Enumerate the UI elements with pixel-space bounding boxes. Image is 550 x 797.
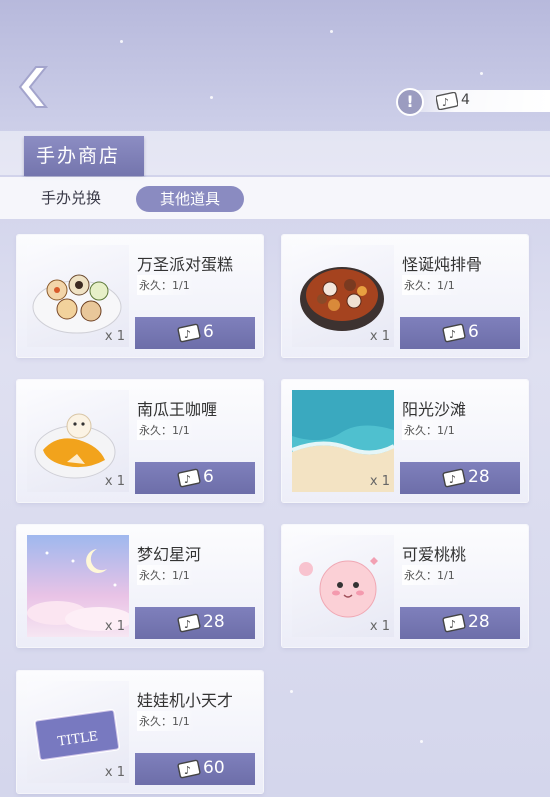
price-button[interactable]: ♪ 60: [135, 753, 255, 785]
item-name: 娃娃机小天才: [137, 691, 234, 710]
currency-bar: ! ♪ 4: [396, 86, 550, 116]
tab-figure-exchange[interactable]: 手办兑换: [41, 187, 101, 208]
shop-item-card[interactable]: x 1 南瓜王咖喱 永久：1/1 ♪ 6: [17, 380, 263, 502]
shop-item-card[interactable]: x 1 可爱桃桃 永久：1/1 ♪ 28: [282, 525, 528, 647]
item-quantity: x 1: [369, 329, 390, 344]
shop-item-card[interactable]: x 1 万圣派对蛋糕 永久：1/1 ♪ 6: [17, 235, 263, 357]
shop-item-card[interactable]: x 1 梦幻星河 永久：1/1 ♪ 28: [17, 525, 263, 647]
item-quantity: x 1: [104, 619, 125, 634]
item-permanence: 永久：1/1: [137, 711, 196, 731]
item-price: 28: [468, 612, 490, 632]
sparkle-decoration: [290, 690, 293, 693]
item-name: 梦幻星河: [137, 545, 202, 564]
item-permanence: 永久：1/1: [402, 565, 461, 585]
item-thumbnail: x 1: [292, 245, 394, 347]
sparkle-decoration: [420, 740, 423, 743]
svg-text:♪: ♪: [449, 618, 456, 631]
ticket-icon: ♪: [442, 613, 466, 633]
item-price: 28: [203, 612, 225, 632]
ticket-icon: ♪: [442, 323, 466, 343]
shop-item-card[interactable]: TITLE x 1 娃娃机小天才 永久：1/1 ♪ 60: [17, 671, 263, 793]
back-button[interactable]: [18, 62, 68, 112]
item-thumbnail: x 1: [292, 535, 394, 637]
svg-text:♪: ♪: [449, 473, 456, 486]
item-permanence: 永久：1/1: [137, 275, 196, 295]
item-name: 万圣派对蛋糕: [137, 255, 234, 274]
item-thumbnail: TITLE x 1: [27, 681, 129, 783]
shop-item-card[interactable]: x 1 阳光沙滩 永久：1/1 ♪ 28: [282, 380, 528, 502]
ticket-count: 4: [461, 92, 470, 108]
svg-text:♪: ♪: [184, 618, 191, 631]
item-price: 6: [203, 322, 214, 342]
svg-text:♪: ♪: [184, 328, 191, 341]
price-button[interactable]: ♪ 28: [135, 607, 255, 639]
svg-text:♪: ♪: [449, 328, 456, 341]
info-icon[interactable]: !: [396, 88, 424, 116]
ticket-icon: ♪: [436, 92, 458, 110]
item-price: 60: [203, 758, 225, 778]
currency-strip: [414, 90, 550, 112]
price-button[interactable]: ♪ 28: [400, 607, 520, 639]
item-permanence: 永久：1/1: [402, 275, 461, 295]
sparkle-decoration: [120, 40, 123, 43]
item-quantity: x 1: [369, 619, 390, 634]
svg-text:♪: ♪: [442, 96, 449, 109]
price-button[interactable]: ♪ 6: [135, 317, 255, 349]
item-thumbnail: x 1: [27, 535, 129, 637]
ticket-icon: ♪: [442, 468, 466, 488]
page-title: 手办商店: [24, 136, 144, 176]
item-thumbnail: x 1: [292, 390, 394, 492]
ticket-icon: ♪: [177, 468, 201, 488]
svg-text:♪: ♪: [184, 764, 191, 777]
tab-other-items[interactable]: 其他道具: [136, 186, 244, 212]
item-thumbnail: x 1: [27, 245, 129, 347]
item-name: 怪诞炖排骨: [402, 255, 483, 274]
item-name: 南瓜王咖喱: [137, 400, 218, 419]
item-quantity: x 1: [104, 765, 125, 780]
item-quantity: x 1: [104, 329, 125, 344]
ticket-icon: ♪: [177, 323, 201, 343]
item-price: 28: [468, 467, 490, 487]
price-button[interactable]: ♪ 6: [400, 317, 520, 349]
item-permanence: 永久：1/1: [402, 420, 461, 440]
price-button[interactable]: ♪ 28: [400, 462, 520, 494]
item-quantity: x 1: [104, 474, 125, 489]
item-price: 6: [203, 467, 214, 487]
back-arrow-icon: [18, 66, 49, 108]
ticket-icon: ♪: [177, 759, 201, 779]
item-permanence: 永久：1/1: [137, 420, 196, 440]
item-permanence: 永久：1/1: [137, 565, 196, 585]
item-name: 可爱桃桃: [402, 545, 467, 564]
sparkle-decoration: [210, 96, 213, 99]
item-quantity: x 1: [369, 474, 390, 489]
sparkle-decoration: [480, 72, 483, 75]
price-button[interactable]: ♪ 6: [135, 462, 255, 494]
item-thumbnail: x 1: [27, 390, 129, 492]
shop-item-card[interactable]: x 1 怪诞炖排骨 永久：1/1 ♪ 6: [282, 235, 528, 357]
item-price: 6: [468, 322, 479, 342]
sparkle-decoration: [330, 30, 333, 33]
svg-text:♪: ♪: [184, 473, 191, 486]
ticket-icon: ♪: [177, 613, 201, 633]
item-name: 阳光沙滩: [402, 400, 467, 419]
